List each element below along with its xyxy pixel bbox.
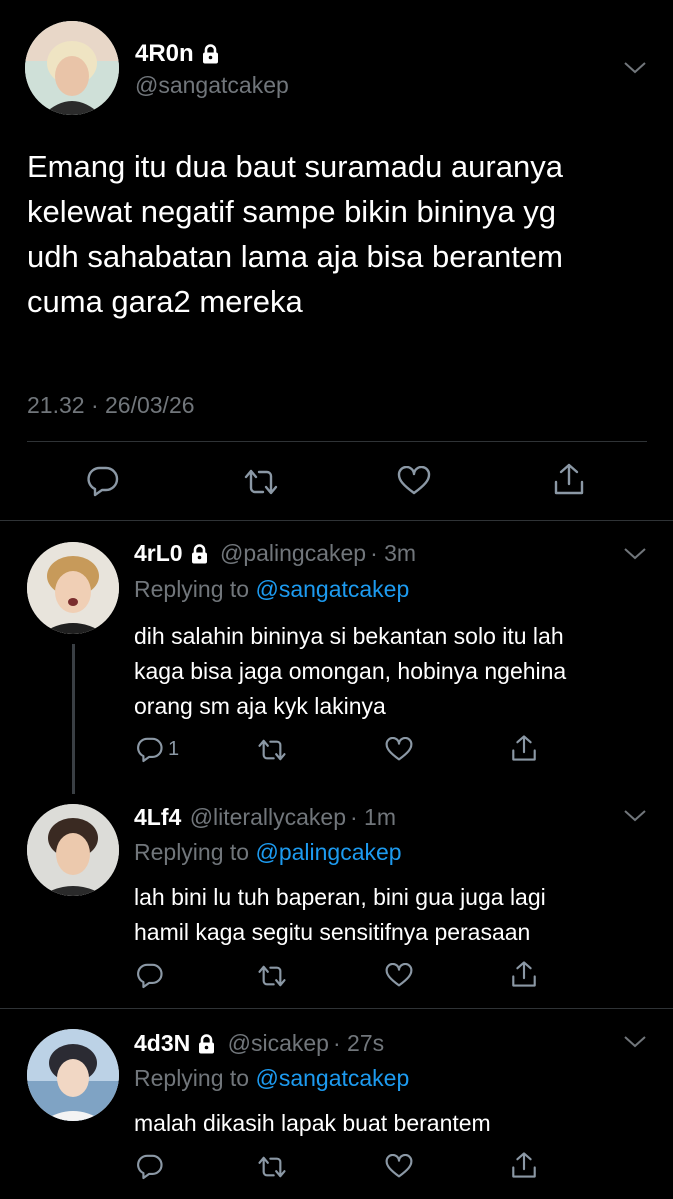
display-name[interactable]: 4rL0 bbox=[134, 540, 183, 566]
tweet-text-line: dih salahin bininya si bekantan solo itu… bbox=[134, 623, 564, 649]
avatar-image bbox=[27, 1029, 119, 1121]
reply-icon bbox=[87, 466, 119, 497]
share-button[interactable] bbox=[510, 1151, 538, 1179]
timestamp[interactable]: 21.32 · 26/03/26 bbox=[27, 392, 195, 419]
heart-icon bbox=[385, 737, 413, 761]
display-name[interactable]: 4d3N bbox=[134, 1030, 190, 1056]
replying-prefix: Replying to bbox=[134, 576, 250, 602]
share-icon bbox=[512, 1152, 536, 1178]
share-icon bbox=[512, 735, 536, 761]
tweet-text-line: cuma gara2 mereka bbox=[27, 284, 303, 319]
replying-to: Replying to @sangatcakep bbox=[134, 1065, 409, 1092]
chevron-down-icon[interactable] bbox=[622, 1034, 648, 1050]
divider bbox=[0, 1008, 673, 1009]
lock-icon bbox=[198, 1033, 215, 1060]
relative-time[interactable]: · 1m bbox=[350, 804, 396, 830]
tweet-text-line: kelewat negatif sampe bikin bininya yg bbox=[27, 194, 557, 229]
avatar[interactable] bbox=[25, 21, 119, 115]
tweet-text-line: orang sm aja kyk lakinya bbox=[134, 693, 386, 719]
chevron-down-icon[interactable] bbox=[622, 808, 648, 824]
share-button[interactable] bbox=[552, 462, 586, 496]
share-icon bbox=[554, 463, 584, 495]
replying-to: Replying to @sangatcakep bbox=[134, 576, 409, 603]
handle[interactable]: @literallycakep bbox=[190, 804, 346, 830]
tweet-text: malah dikasih lapak buat berantem bbox=[134, 1106, 491, 1141]
replying-prefix: Replying to bbox=[134, 839, 250, 865]
heart-icon bbox=[385, 963, 413, 987]
chevron-down-icon[interactable] bbox=[622, 60, 648, 76]
like-button[interactable] bbox=[385, 737, 413, 762]
replying-to-link[interactable]: @palingcakep bbox=[255, 839, 401, 865]
handle[interactable]: @sicakep bbox=[228, 1030, 329, 1056]
reply-button[interactable] bbox=[136, 1153, 164, 1180]
tweet-header: 4rL0 @palingcakep · 3m bbox=[134, 540, 416, 570]
share-button[interactable] bbox=[510, 734, 538, 762]
avatar-image bbox=[27, 542, 119, 634]
tweet-text-line: udh sahabatan lama aja bisa berantem bbox=[27, 239, 563, 274]
display-name[interactable]: 4Lf4 bbox=[134, 804, 181, 830]
tweet-text-line: lah bini lu tuh baperan, bini gua juga l… bbox=[134, 884, 546, 910]
avatar[interactable] bbox=[27, 542, 119, 634]
lock-icon bbox=[191, 543, 208, 570]
tweet-text-line: malah dikasih lapak buat berantem bbox=[134, 1110, 491, 1136]
display-name-text[interactable]: 4R0n bbox=[135, 40, 194, 67]
heart-icon bbox=[397, 466, 431, 495]
tweet-text: Emang itu dua baut suramadu auranya kele… bbox=[27, 144, 563, 324]
avatar-image bbox=[25, 21, 119, 115]
retweet-icon bbox=[244, 469, 278, 495]
reply-icon bbox=[137, 737, 163, 763]
like-button[interactable] bbox=[385, 963, 413, 988]
avatar[interactable] bbox=[27, 1029, 119, 1121]
handle[interactable]: @sangatcakep bbox=[135, 72, 289, 99]
tweet-text-line: kaga bisa jaga omongan, hobinya ngehina bbox=[134, 658, 567, 684]
retweet-button[interactable] bbox=[257, 1155, 287, 1179]
share-button[interactable] bbox=[510, 960, 538, 988]
relative-time[interactable]: · 3m bbox=[370, 540, 416, 566]
like-button[interactable] bbox=[385, 1154, 413, 1179]
relative-time[interactable]: · 27s bbox=[333, 1030, 384, 1056]
share-icon bbox=[512, 961, 536, 987]
tweet-text-line: hamil kaga segitu sensitifnya perasaan bbox=[134, 919, 531, 945]
divider bbox=[0, 520, 673, 521]
tweet-text: dih salahin bininya si bekantan solo itu… bbox=[134, 619, 566, 724]
reply-button[interactable] bbox=[86, 465, 120, 497]
avatar[interactable] bbox=[27, 804, 119, 896]
heart-icon bbox=[385, 1154, 413, 1178]
replying-to-link[interactable]: @sangatcakep bbox=[255, 1065, 409, 1091]
replying-to-link[interactable]: @sangatcakep bbox=[255, 576, 409, 602]
retweet-button[interactable] bbox=[243, 468, 279, 496]
reply-count: 1 bbox=[168, 738, 180, 760]
tweet-text-line: Emang itu dua baut suramadu auranya bbox=[27, 149, 563, 184]
tweet-text: lah bini lu tuh baperan, bini gua juga l… bbox=[134, 880, 546, 950]
retweet-icon bbox=[258, 965, 286, 987]
divider bbox=[27, 441, 647, 442]
lock-icon bbox=[202, 43, 219, 71]
reply-icon bbox=[137, 1154, 163, 1180]
reply-button[interactable]: 1 bbox=[136, 736, 179, 763]
retweet-icon bbox=[258, 1156, 286, 1178]
retweet-button[interactable] bbox=[257, 738, 287, 762]
reply-button[interactable] bbox=[136, 962, 164, 989]
chevron-down-icon[interactable] bbox=[622, 546, 648, 562]
like-button[interactable] bbox=[397, 466, 431, 496]
thread-line bbox=[72, 644, 75, 794]
retweet-icon bbox=[258, 739, 286, 761]
tweet-header: 4d3N @sicakep · 27s bbox=[134, 1030, 384, 1060]
replying-to: Replying to @palingcakep bbox=[134, 839, 402, 866]
replying-prefix: Replying to bbox=[134, 1065, 250, 1091]
retweet-button[interactable] bbox=[257, 964, 287, 988]
tweet-header: 4Lf4 @literallycakep · 1m bbox=[134, 804, 396, 831]
handle[interactable]: @palingcakep bbox=[220, 540, 366, 566]
display-name[interactable]: 4R0n bbox=[135, 40, 219, 71]
reply-icon bbox=[137, 963, 163, 989]
avatar-image bbox=[27, 804, 119, 896]
